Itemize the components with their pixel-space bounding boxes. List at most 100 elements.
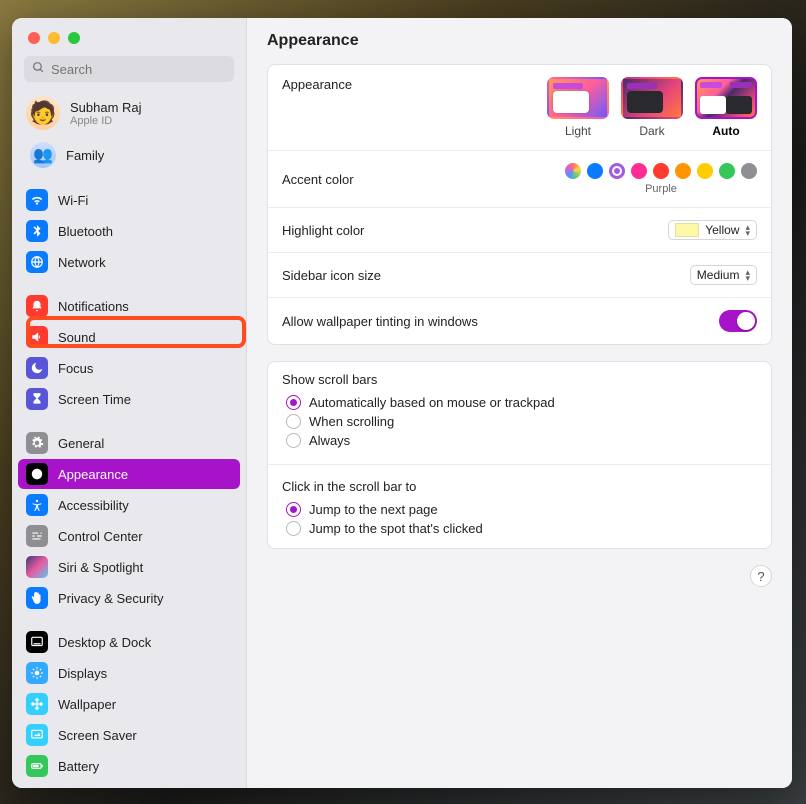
sidebar-item-desktop-dock[interactable]: Desktop & Dock	[18, 627, 240, 657]
radio-icon	[286, 395, 301, 410]
avatar: 🧑	[26, 96, 60, 130]
theme-options: LightDark Auto	[547, 77, 757, 138]
family-row[interactable]: 👥 Family	[18, 138, 240, 172]
sidebar-item-label: Appearance	[58, 467, 128, 482]
show-scroll-bars-option[interactable]: When scrolling	[282, 412, 757, 431]
gear-icon	[26, 432, 48, 454]
sidebar-item-label: Focus	[58, 361, 93, 376]
accent-dot-pink[interactable]	[631, 163, 647, 179]
account-name: Subham Raj	[70, 100, 142, 115]
sidebar-item-label: Sound	[58, 330, 96, 345]
account-sub: Apple ID	[70, 115, 142, 127]
accent-dot-graphite[interactable]	[741, 163, 757, 179]
sidebar-item-label: Screen Saver	[58, 728, 137, 743]
window-controls	[12, 18, 246, 56]
apple-id-row[interactable]: 🧑 Subham Raj Apple ID	[18, 92, 240, 134]
sidebar-item-appearance[interactable]: Appearance	[18, 459, 240, 489]
zoom-icon[interactable]	[68, 32, 80, 44]
radio-icon	[286, 502, 301, 517]
dock-icon	[26, 631, 48, 653]
sidebar-item-label: Desktop & Dock	[58, 635, 151, 650]
sidebar-item-label: Battery	[58, 759, 99, 774]
moon-icon	[26, 357, 48, 379]
sidebar-icon-size-select[interactable]: Medium ▴▾	[690, 265, 757, 285]
search-input[interactable]	[51, 62, 227, 77]
sidebar-icon-size-value: Medium	[697, 268, 740, 282]
show-scroll-bars-option[interactable]: Automatically based on mouse or trackpad	[282, 393, 757, 412]
theme-thumb-dark	[621, 77, 683, 119]
sidebar-item-screen-time[interactable]: Screen Time	[18, 384, 240, 414]
scroll-click-option[interactable]: Jump to the next page	[282, 500, 757, 519]
sidebar-item-displays[interactable]: Displays	[18, 658, 240, 688]
theme-label: Auto	[695, 124, 757, 138]
sidebar-item-battery[interactable]: Battery	[18, 751, 240, 781]
show-scroll-bars-title: Show scroll bars	[282, 372, 757, 387]
chevron-updown-icon: ▴▾	[745, 224, 750, 236]
accent-dot-multicolor[interactable]	[565, 163, 581, 179]
appearance-row-label: Appearance	[282, 77, 352, 92]
theme-option-auto[interactable]: Auto	[695, 77, 757, 138]
sidebar-item-siri[interactable]: Siri & Spotlight	[18, 552, 240, 582]
appearance-panel: Appearance LightDark Auto Accent color Pu…	[267, 64, 772, 345]
sidebar-item-label: Network	[58, 255, 106, 270]
sidebar-item-label: Wallpaper	[58, 697, 116, 712]
sidebar-item-label: Accessibility	[58, 498, 129, 513]
accent-color-label: Accent color	[282, 172, 354, 187]
highlight-color-select[interactable]: Yellow ▴▾	[668, 220, 757, 240]
accent-dot-orange[interactable]	[675, 163, 691, 179]
hourglass-icon	[26, 388, 48, 410]
sidebar-item-accessibility[interactable]: Accessibility	[18, 490, 240, 520]
show-scroll-bars-group: Show scroll bars Automatically based on …	[268, 362, 771, 460]
appearance-icon	[26, 463, 48, 485]
flower-icon	[26, 693, 48, 715]
accent-dot-yellow[interactable]	[697, 163, 713, 179]
sidebar-item-wifi[interactable]: Wi-Fi	[18, 185, 240, 215]
sidebar-item-bluetooth[interactable]: Bluetooth	[18, 216, 240, 246]
sidebar-item-general[interactable]: General	[18, 428, 240, 458]
sidebar-item-screen-saver[interactable]: Screen Saver	[18, 720, 240, 750]
sidebar-item-label: Displays	[58, 666, 107, 681]
theme-option-dark[interactable]: Dark	[621, 77, 683, 138]
family-label: Family	[66, 148, 104, 163]
sidebar-item-sound[interactable]: Sound	[18, 322, 240, 352]
wifi-icon	[26, 189, 48, 211]
minimize-icon[interactable]	[48, 32, 60, 44]
sidebar-item-notifications[interactable]: Notifications	[18, 291, 240, 321]
sidebar-item-label: Siri & Spotlight	[58, 560, 143, 575]
search-field[interactable]	[24, 56, 234, 82]
radio-label: When scrolling	[309, 414, 394, 429]
bell-icon	[26, 295, 48, 317]
accent-selected-name: Purple	[645, 183, 677, 195]
radio-label: Always	[309, 433, 350, 448]
close-icon[interactable]	[28, 32, 40, 44]
accent-dot-purple[interactable]	[609, 163, 625, 179]
sidebar-item-control-center[interactable]: Control Center	[18, 521, 240, 551]
bluetooth-icon	[26, 220, 48, 242]
system-settings-window: 🧑 Subham Raj Apple ID 👥 Family Wi-Fi Blue…	[12, 18, 792, 788]
account-section: 🧑 Subham Raj Apple ID 👥 Family	[12, 92, 246, 178]
sliders-icon	[26, 525, 48, 547]
show-scroll-bars-option[interactable]: Always	[282, 431, 757, 450]
theme-option-light[interactable]: Light	[547, 77, 609, 138]
sidebar: 🧑 Subham Raj Apple ID 👥 Family Wi-Fi Blue…	[12, 18, 247, 788]
accent-dot-blue[interactable]	[587, 163, 603, 179]
sidebar-item-wallpaper[interactable]: Wallpaper	[18, 689, 240, 719]
hand-icon	[26, 587, 48, 609]
radio-icon	[286, 521, 301, 536]
scroll-click-title: Click in the scroll bar to	[282, 479, 757, 494]
sidebar-item-label: Bluetooth	[58, 224, 113, 239]
scroll-click-option[interactable]: Jump to the spot that's clicked	[282, 519, 757, 538]
wallpaper-tint-toggle[interactable]	[719, 310, 757, 332]
sidebar-item-network[interactable]: Network	[18, 247, 240, 277]
accent-dot-green[interactable]	[719, 163, 735, 179]
sidebar-icon-size-label: Sidebar icon size	[282, 268, 381, 283]
sun-icon	[26, 662, 48, 684]
sidebar-item-focus[interactable]: Focus	[18, 353, 240, 383]
help-button[interactable]: ?	[750, 565, 772, 587]
family-icon: 👥	[30, 142, 56, 168]
wallpaper-tint-label: Allow wallpaper tinting in windows	[282, 314, 478, 329]
sidebar-item-privacy[interactable]: Privacy & Security	[18, 583, 240, 613]
highlight-value: Yellow	[705, 223, 739, 237]
accent-dot-red[interactable]	[653, 163, 669, 179]
scroll-click-group: Click in the scroll bar to Jump to the n…	[268, 469, 771, 548]
